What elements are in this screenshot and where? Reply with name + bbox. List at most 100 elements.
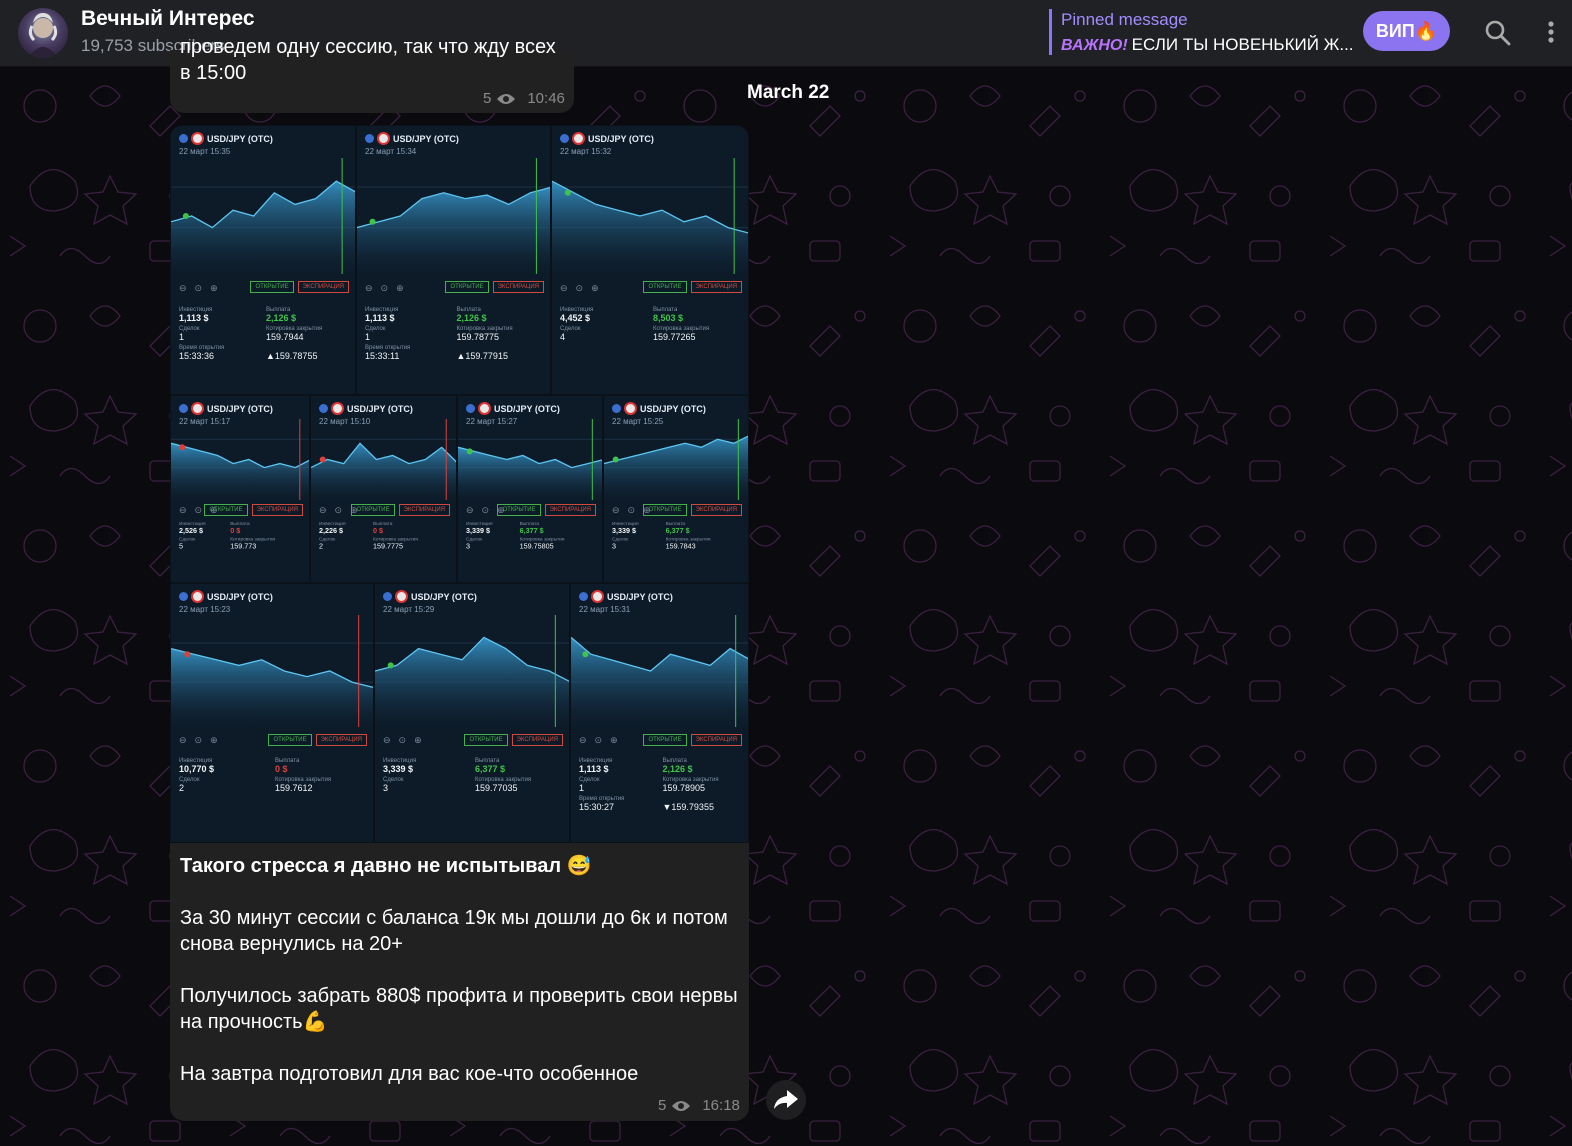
more-vertical-icon[interactable] [1536,17,1566,49]
trade-screenshot[interactable]: USD/JPY (OTC) 22 март 15:34 ⊖ ⊙ ⊕ ОТКРЫТИЕ ЭКС… [356,125,551,395]
trade-pair: USD/JPY (OTC) [179,132,273,145]
zoom-out-icon[interactable]: ⊖ [466,505,474,516]
trade-screenshot[interactable]: USD/JPY (OTC) 22 март 15:31 ⊖ ⊙ ⊕ ОТКРЫТИЕ ЭКС… [570,583,749,843]
expiration-tab[interactable]: ЭКСПИРАЦИЯ [251,504,303,516]
open-tab[interactable]: ОТКРЫТИЕ [445,281,489,293]
trade-screenshot[interactable]: USD/JPY (OTC) 22 март 15:27 ⊖ ⊙ ⊕ ОТКРЫТИЕ ЭКС… [457,395,603,583]
open-tab[interactable]: ОТКРЫТИЕ [643,504,687,516]
trade-screenshot[interactable]: USD/JPY (OTC) 22 март 15:25 ⊖ ⊙ ⊕ ОТКРЫТИЕ ЭКС… [603,395,749,583]
price-chart [552,158,748,274]
price-chart [357,158,550,274]
trade-screenshot[interactable]: USD/JPY (OTC) 22 март 15:23 ⊖ ⊙ ⊕ ОТКРЫТИЕ ЭКС… [170,583,374,843]
zoom-in-icon[interactable]: ⊕ [610,735,618,746]
trade-screenshot[interactable]: USD/JPY (OTC) 22 март 15:17 ⊖ ⊙ ⊕ ОТКРЫТИЕ ЭКС… [170,395,310,583]
jp-flag-icon [331,402,344,415]
expiration-tab[interactable]: ЭКСПИРАЦИЯ [544,504,596,516]
reset-icon[interactable]: ⊙ [576,283,584,294]
us-flag-icon [560,134,569,143]
search-icon[interactable] [1482,17,1514,49]
reset-icon[interactable]: ⊙ [628,505,636,516]
zoom-in-icon[interactable]: ⊕ [210,735,218,746]
pair-label: USD/JPY (OTC) [411,591,477,602]
expiration-tab[interactable]: ЭКСПИРАЦИЯ [690,281,742,293]
open-tab[interactable]: ОТКРЫТИЕ [643,734,687,746]
zoom-out-icon[interactable]: ⊖ [179,283,187,294]
share-button[interactable] [766,1080,806,1120]
channel-title[interactable]: Вечный Интерес [81,7,255,31]
us-flag-icon [179,592,188,601]
open-tab[interactable]: ОТКРЫТИЕ [464,734,508,746]
pair-label: USD/JPY (OTC) [207,133,273,144]
zoom-in-icon[interactable]: ⊕ [591,283,599,294]
expiration-tab[interactable]: ЭКСПИРАЦИЯ [511,734,563,746]
zoom-out-icon[interactable]: ⊖ [383,735,391,746]
trade-screenshot[interactable]: USD/JPY (OTC) 22 март 15:35 ⊖ ⊙ ⊕ ОТКРЫТИЕ ЭКС… [170,125,356,395]
reset-icon[interactable]: ⊙ [595,735,603,746]
zoom-out-icon[interactable]: ⊖ [365,283,373,294]
reset-icon[interactable]: ⊙ [195,283,203,294]
trade-stats: Инвестиция 3,339 $ Выплата 6,377 $ Сделок 3 Ко… [466,522,568,557]
expiration-tab[interactable]: ЭКСПИРАЦИЯ [690,734,742,746]
deals-value: 3 [612,542,617,550]
expiration-tab[interactable]: ЭКСПИРАЦИЯ [690,504,742,516]
expiration-tab[interactable]: ЭКСПИРАЦИЯ [315,734,367,746]
payout-value: 6,377 $ [475,764,506,774]
vip-button[interactable]: ВИП🔥 [1363,11,1450,51]
open-tab[interactable]: ОТКРЫТИЕ [497,504,541,516]
reset-icon[interactable]: ⊙ [195,505,203,516]
message-bubble-post: USD/JPY (OTC) 22 март 15:35 ⊖ ⊙ ⊕ ОТКРЫТИЕ ЭКС… [170,125,749,1121]
expiration-tab[interactable]: ЭКСПИРАЦИЯ [297,281,349,293]
expiration-tab[interactable]: ЭКСПИРАЦИЯ [398,504,450,516]
trade-stats: Инвестиция 3,339 $ Выплата 6,377 $ Сделок 3 Ко… [383,758,561,802]
investment-value: 3,339 $ [612,526,637,535]
open-tab[interactable]: ОТКРЫТИЕ [204,504,248,516]
zoom-out-icon[interactable]: ⊖ [179,505,187,516]
deals-value: 1 [179,332,185,342]
reset-icon[interactable]: ⊙ [482,505,490,516]
deals-value: 3 [466,542,471,550]
channel-avatar[interactable] [18,8,68,58]
investment-value: 1,113 $ [579,764,609,774]
payout-value: 2,126 $ [266,313,297,323]
reset-icon[interactable]: ⊙ [399,735,407,746]
reset-icon[interactable]: ⊙ [335,505,343,516]
expiration-tab[interactable]: ЭКСПИРАЦИЯ [492,281,544,293]
chart-tabs: ОТКРЫТИЕ ЭКСПИРАЦИЯ [250,281,349,293]
trade-screenshot[interactable]: USD/JPY (OTC) 22 март 15:10 ⊖ ⊙ ⊕ ОТКРЫТИЕ ЭКС… [310,395,457,583]
open-tab[interactable]: ОТКРЫТИЕ [268,734,312,746]
zoom-in-icon[interactable]: ⊕ [396,283,404,294]
chart-controls: ⊖ ⊙ ⊕ [383,735,422,746]
message-bubble-previous: проведем одну сессию, так что жду всех в… [170,36,574,113]
reset-icon[interactable]: ⊙ [195,735,203,746]
reset-icon[interactable]: ⊙ [381,283,389,294]
open-time-value: 15:33:11 [365,351,400,361]
trade-stats: Инвестиция 3,339 $ Выплата 6,377 $ Сделок 3 Ко… [612,522,714,557]
pinned-message[interactable]: Pinned message ВАЖНО! ЕСЛИ ТЫ НОВЕНЬКИЙ Ж… [1049,9,1354,55]
close-quote-value: 159.77265 [653,332,696,342]
open-quote-value: ▲159.77915 [456,351,508,361]
pair-label: USD/JPY (OTC) [607,591,673,602]
pair-label: USD/JPY (OTC) [494,403,560,414]
deals-value: 5 [179,542,184,550]
open-tab[interactable]: ОТКРЫТИЕ [250,281,294,293]
open-tab[interactable]: ОТКРЫТИЕ [351,504,395,516]
zoom-out-icon[interactable]: ⊖ [560,283,568,294]
zoom-in-icon[interactable]: ⊕ [210,283,218,294]
zoom-out-icon[interactable]: ⊖ [319,505,327,516]
payout-value: 0 $ [230,526,241,535]
view-count: 5 [658,1097,667,1114]
trade-pair: USD/JPY (OTC) [560,132,654,145]
chart-controls: ⊖ ⊙ ⊕ [579,735,618,746]
trade-pair: USD/JPY (OTC) [466,402,560,415]
zoom-out-icon[interactable]: ⊖ [579,735,587,746]
deals-value: 3 [383,783,389,793]
price-chart [375,615,569,727]
caption-line: За 30 минут сессии с баланса 19к мы дошл… [180,907,728,955]
trade-screenshot[interactable]: USD/JPY (OTC) 22 март 15:29 ⊖ ⊙ ⊕ ОТКРЫТИЕ ЭКС… [374,583,570,843]
open-tab[interactable]: ОТКРЫТИЕ [643,281,687,293]
zoom-out-icon[interactable]: ⊖ [612,505,620,516]
eye-icon [497,93,516,104]
trade-screenshot[interactable]: USD/JPY (OTC) 22 март 15:32 ⊖ ⊙ ⊕ ОТКРЫТИЕ ЭКС… [551,125,749,395]
zoom-out-icon[interactable]: ⊖ [179,735,187,746]
zoom-in-icon[interactable]: ⊕ [414,735,422,746]
